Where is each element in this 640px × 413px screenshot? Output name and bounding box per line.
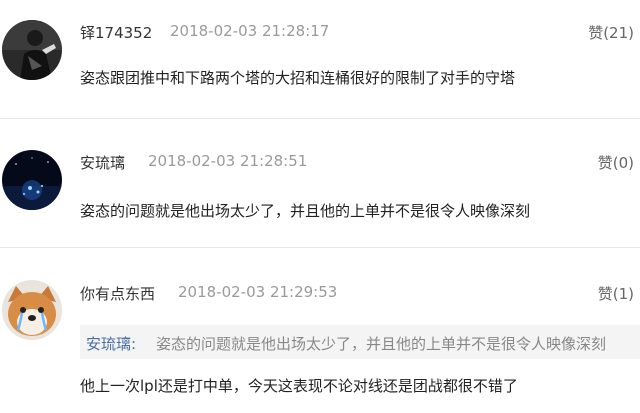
- night-sky-avatar-icon: [2, 150, 62, 210]
- username[interactable]: 铎174352: [80, 22, 152, 43]
- avatar[interactable]: [2, 20, 62, 80]
- timestamp: 2018-02-03 21:29:53: [178, 283, 338, 301]
- comment-text: 他上一次lpl还是打中单，今天这表现不论对线还是团战都很不错了: [80, 377, 518, 395]
- username[interactable]: 安琉璃: [80, 152, 125, 173]
- comment-item: 安琉璃 2018-02-03 21:28:51 赞(0) 姿态的问题就是他出场太…: [0, 119, 640, 247]
- quoted-username[interactable]: 安琉璃:: [86, 333, 136, 354]
- comment-text: 姿态跟团推中和下路两个塔的大招和连桶很好的限制了对手的守塔: [80, 69, 516, 87]
- timestamp: 2018-02-03 21:28:17: [170, 22, 330, 40]
- timestamp: 2018-02-03 21:28:51: [148, 152, 308, 170]
- comment-item: 你有点东西 2018-02-03 21:29:53 赞(1) 安琉璃: 姿态的问…: [0, 248, 640, 413]
- username[interactable]: 你有点东西: [80, 283, 155, 304]
- like-button[interactable]: 赞(21): [588, 22, 634, 43]
- dark-figure-avatar-icon: [2, 20, 62, 80]
- like-button[interactable]: 赞(1): [598, 283, 634, 304]
- avatar[interactable]: [2, 280, 62, 340]
- comment-item: 铎174352 2018-02-03 21:28:17 赞(21) 姿态跟团推中…: [0, 0, 640, 118]
- quoted-reply: 安琉璃: 姿态的问题就是他出场太少了，并且他的上单并不是很令人映像深刻: [80, 325, 640, 359]
- like-button[interactable]: 赞(0): [598, 152, 634, 173]
- quoted-text: 姿态的问题就是他出场太少了，并且他的上单并不是很令人映像深刻: [156, 335, 607, 353]
- comment-text: 姿态的问题就是他出场太少了，并且他的上单并不是很令人映像深刻: [80, 202, 531, 220]
- avatar[interactable]: [2, 150, 62, 210]
- crying-dog-avatar-icon: [2, 280, 62, 340]
